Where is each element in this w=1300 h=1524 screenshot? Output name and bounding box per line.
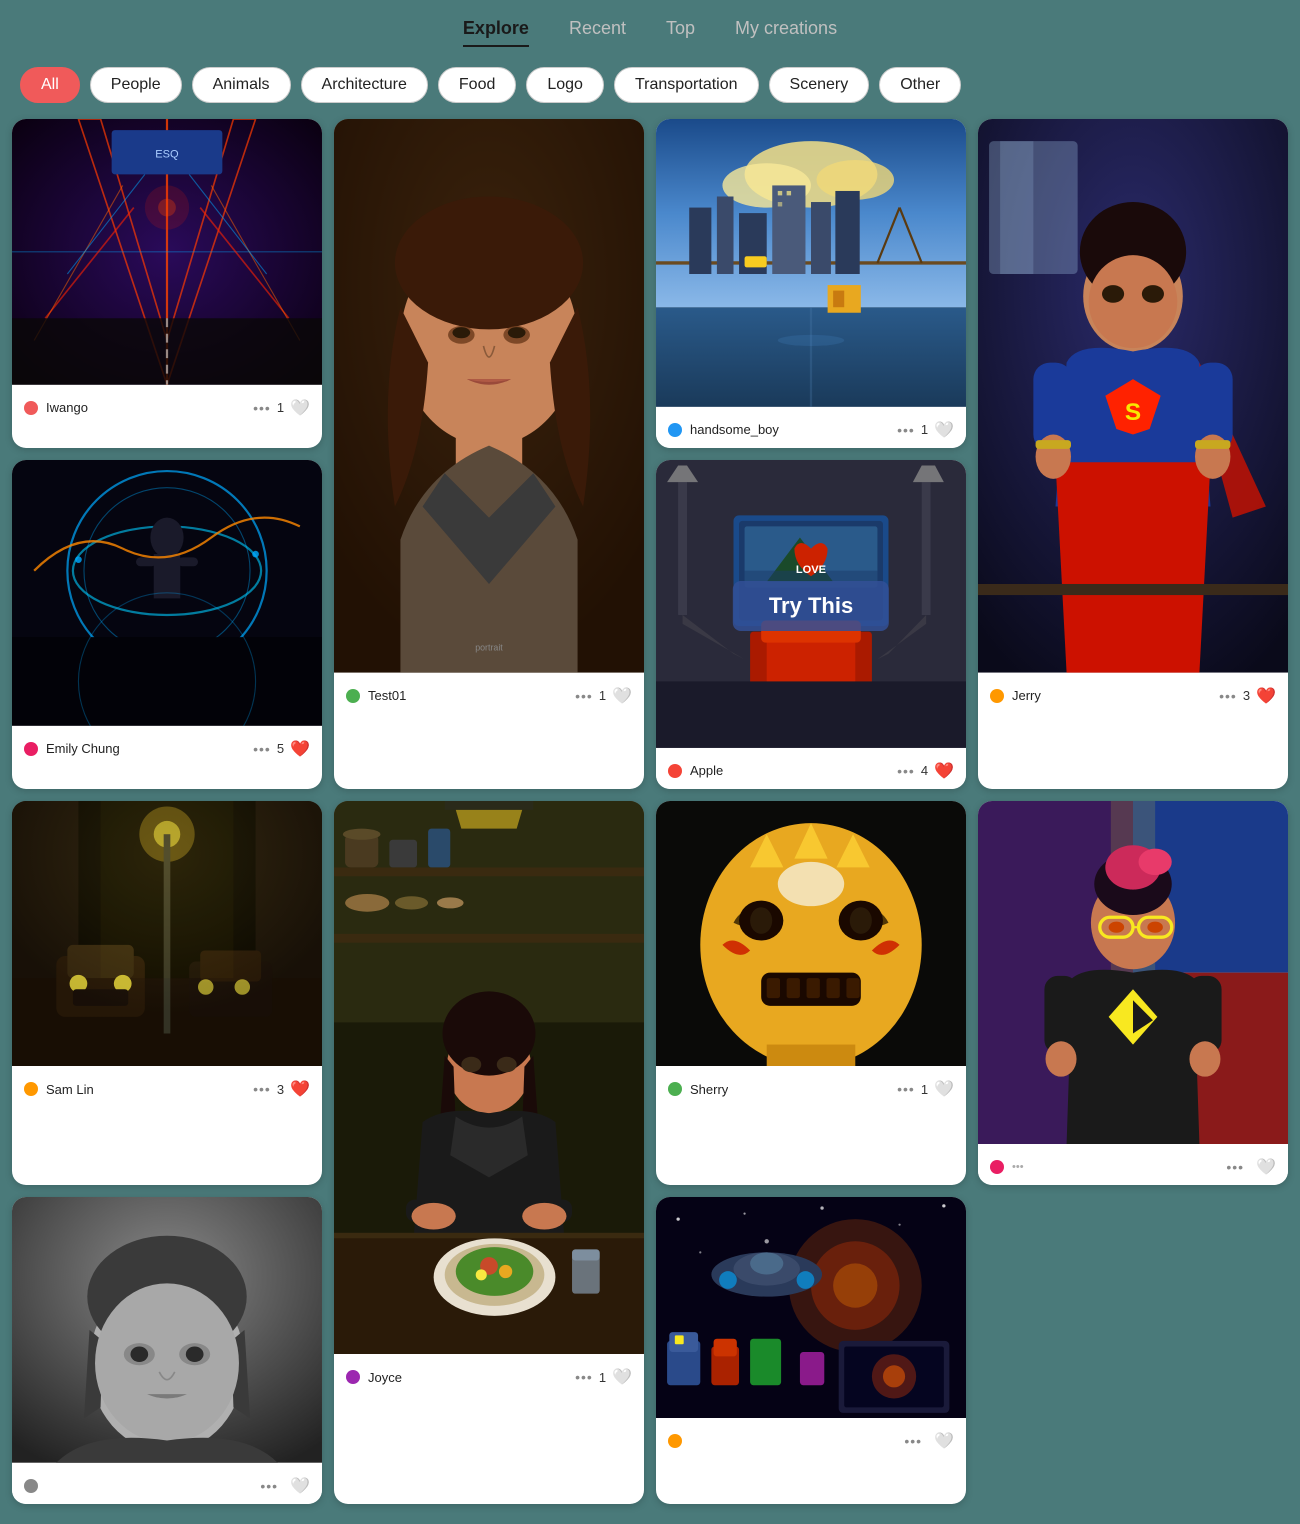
heart-icon[interactable]: 🤍: [934, 1431, 954, 1451]
filter-animals[interactable]: Animals: [192, 67, 291, 103]
card-username: Joyce: [368, 1370, 402, 1385]
heart-icon[interactable]: 🤍: [612, 1367, 632, 1387]
like-count: 3: [1243, 688, 1250, 703]
avatar-dot: [346, 689, 360, 703]
top-nav: Explore Recent Top My creations: [0, 0, 1300, 57]
card-sherry[interactable]: Sherry ••• 1 🤍: [656, 801, 966, 1185]
card-bw-portrait[interactable]: ••• 🤍: [12, 1197, 322, 1504]
like-count: 4: [921, 763, 928, 778]
image-grid: ESQ Iwango ••• 1 🤍: [0, 119, 1300, 1524]
avatar-dot: [668, 423, 682, 437]
more-button[interactable]: •••: [1219, 688, 1237, 704]
avatar-dot: [668, 1082, 682, 1096]
filter-other[interactable]: Other: [879, 67, 961, 103]
card-apple[interactable]: LOVE Try This Apple ••• 4: [656, 460, 966, 789]
avatar-dot: [668, 764, 682, 778]
filter-transportation[interactable]: Transportation: [614, 67, 759, 103]
card-handsome-boy[interactable]: handsome_boy ••• 1 🤍: [656, 119, 966, 448]
card-username: Apple: [690, 763, 723, 778]
card-emily-chung[interactable]: Emily Chung ••• 5 ❤️: [12, 460, 322, 789]
heart-icon[interactable]: ❤️: [290, 739, 310, 759]
avatar-dot: [24, 1082, 38, 1096]
card-joyce[interactable]: Joyce ••• 1 🤍: [334, 801, 644, 1504]
more-button[interactable]: •••: [897, 1081, 915, 1097]
avatar-dot: [990, 689, 1004, 703]
filter-people[interactable]: People: [90, 67, 182, 103]
more-button[interactable]: •••: [575, 688, 593, 704]
heart-icon[interactable]: 🤍: [290, 1476, 310, 1496]
nav-explore[interactable]: Explore: [463, 18, 529, 47]
card-username: •••: [1012, 1161, 1024, 1173]
card-username: Sherry: [690, 1082, 728, 1097]
card-username: Emily Chung: [46, 741, 120, 756]
card-username: Sam Lin: [46, 1082, 94, 1097]
card-test01[interactable]: portrait Test01 ••• 1 🤍: [334, 119, 644, 789]
like-count: 1: [599, 688, 606, 703]
heart-icon[interactable]: 🤍: [934, 1079, 954, 1099]
like-count: 3: [277, 1082, 284, 1097]
more-button[interactable]: •••: [260, 1478, 278, 1494]
card-username: Test01: [368, 688, 406, 703]
more-button[interactable]: •••: [1226, 1159, 1244, 1175]
heart-icon[interactable]: ❤️: [290, 1079, 310, 1099]
heart-icon[interactable]: 🤍: [290, 398, 310, 418]
like-count: 1: [921, 422, 928, 437]
card-username: Jerry: [1012, 688, 1041, 703]
more-button[interactable]: •••: [897, 422, 915, 438]
svg-text:portrait: portrait: [475, 642, 503, 652]
more-button[interactable]: •••: [897, 763, 915, 779]
avatar-dot: [668, 1434, 682, 1448]
filter-bar: All People Animals Architecture Food Log…: [0, 57, 1300, 119]
more-button[interactable]: •••: [253, 741, 271, 757]
card-space[interactable]: ••• 🤍: [656, 1197, 966, 1504]
like-count: 1: [921, 1082, 928, 1097]
avatar-dot: [24, 742, 38, 756]
like-count: 1: [599, 1370, 606, 1385]
filter-scenery[interactable]: Scenery: [769, 67, 870, 103]
nav-my-creations[interactable]: My creations: [735, 18, 837, 47]
heart-icon[interactable]: ❤️: [1256, 686, 1276, 706]
avatar-dot: [24, 401, 38, 415]
heart-icon[interactable]: 🤍: [612, 686, 632, 706]
filter-all[interactable]: All: [20, 67, 80, 103]
svg-text:ESQ: ESQ: [155, 149, 179, 161]
like-count: 5: [277, 741, 284, 756]
svg-text:S: S: [1125, 399, 1141, 426]
filter-food[interactable]: Food: [438, 67, 516, 103]
svg-text:LOVE: LOVE: [796, 564, 826, 576]
like-count: 1: [277, 400, 284, 415]
card-sam-lin[interactable]: Sam Lin ••• 3 ❤️: [12, 801, 322, 1185]
more-button[interactable]: •••: [904, 1433, 922, 1449]
card-hero2[interactable]: ••• ••• 🤍: [978, 801, 1288, 1185]
more-button[interactable]: •••: [253, 400, 271, 416]
card-username: handsome_boy: [690, 422, 779, 437]
card-iwango[interactable]: ESQ Iwango ••• 1 🤍: [12, 119, 322, 448]
avatar-dot: [346, 1370, 360, 1384]
avatar-dot: [990, 1160, 1004, 1174]
avatar-dot: [24, 1479, 38, 1493]
heart-icon[interactable]: 🤍: [934, 420, 954, 440]
filter-architecture[interactable]: Architecture: [301, 67, 428, 103]
more-button[interactable]: •••: [575, 1369, 593, 1385]
heart-icon[interactable]: ❤️: [934, 761, 954, 781]
nav-recent[interactable]: Recent: [569, 18, 626, 47]
filter-logo[interactable]: Logo: [526, 67, 604, 103]
card-username: Iwango: [46, 400, 88, 415]
nav-top[interactable]: Top: [666, 18, 695, 47]
more-button[interactable]: •••: [253, 1081, 271, 1097]
card-jerry[interactable]: S Jerry: [978, 119, 1288, 789]
heart-icon[interactable]: 🤍: [1256, 1157, 1276, 1177]
